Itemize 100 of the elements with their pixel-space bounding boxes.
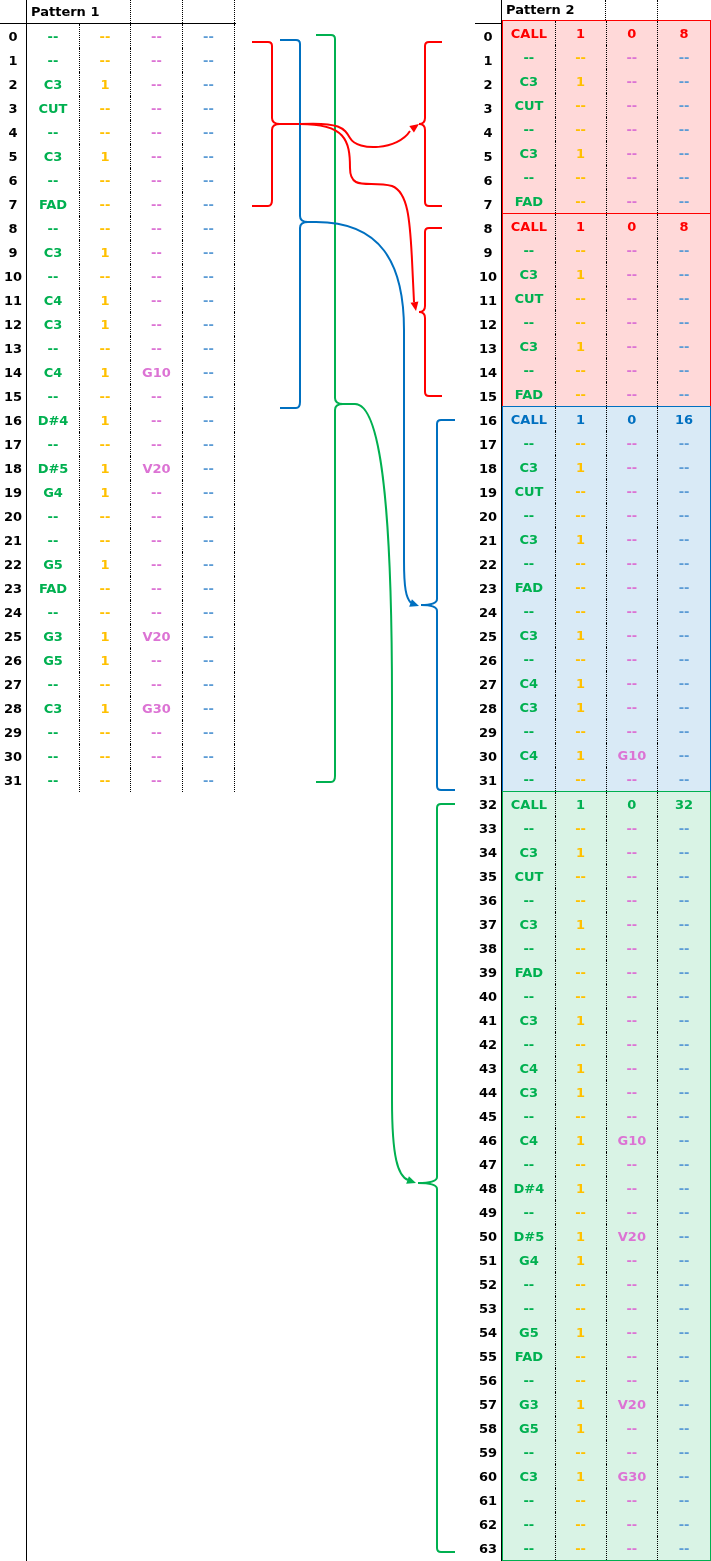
table-cell: -- bbox=[203, 725, 214, 739]
table-cell: -- bbox=[575, 508, 586, 522]
row-number: 1 bbox=[8, 53, 18, 67]
table-cell: 16 bbox=[675, 412, 694, 426]
table-cell: -- bbox=[575, 484, 586, 498]
table-cell: -- bbox=[203, 677, 214, 691]
table-cell: -- bbox=[203, 197, 214, 211]
row-number: 14 bbox=[3, 365, 23, 379]
table-cell: -- bbox=[203, 509, 214, 523]
table-cell: -- bbox=[151, 677, 162, 691]
table-cell: -- bbox=[626, 893, 638, 907]
row-number: 9 bbox=[8, 245, 18, 259]
table-cell: -- bbox=[523, 941, 535, 955]
table-cell: C3 bbox=[519, 917, 539, 931]
table-cell: -- bbox=[626, 724, 638, 738]
table-cell: -- bbox=[203, 53, 214, 67]
table-cell: -- bbox=[47, 221, 59, 235]
table-cell: -- bbox=[678, 1517, 690, 1531]
row-number: 20 bbox=[478, 509, 498, 523]
table-cell: C3 bbox=[519, 1469, 539, 1483]
table-cell: -- bbox=[203, 269, 214, 283]
row-number: 17 bbox=[3, 437, 23, 451]
table-cell: -- bbox=[47, 437, 59, 451]
row-number: 27 bbox=[3, 677, 23, 691]
row-number: 40 bbox=[478, 989, 498, 1003]
table-cell: -- bbox=[626, 484, 638, 498]
table-cell: G10 bbox=[617, 1133, 647, 1147]
table-cell: -- bbox=[678, 315, 690, 329]
table-cell: -- bbox=[151, 197, 162, 211]
table-cell: 1 bbox=[100, 461, 110, 475]
table-cell: -- bbox=[203, 293, 214, 307]
table-cell: -- bbox=[626, 291, 638, 305]
table-cell: -- bbox=[203, 461, 214, 475]
table-cell: 1 bbox=[100, 149, 110, 163]
row-number: 18 bbox=[478, 461, 498, 475]
table-cell: -- bbox=[575, 1445, 586, 1459]
table-cell: -- bbox=[678, 484, 690, 498]
table-cell: C3 bbox=[43, 317, 63, 331]
table-cell: -- bbox=[626, 1157, 638, 1171]
table-cell: C3 bbox=[519, 1085, 539, 1099]
row-number: 42 bbox=[478, 1037, 498, 1051]
table-cell: -- bbox=[203, 773, 214, 787]
table-cell: -- bbox=[99, 509, 111, 523]
table-cell: C3 bbox=[519, 845, 539, 859]
table-cell: -- bbox=[99, 677, 111, 691]
table-cell: -- bbox=[626, 700, 638, 714]
row-number: 11 bbox=[3, 293, 23, 307]
table-cell: -- bbox=[626, 1061, 638, 1075]
table-cell: 1 bbox=[576, 917, 586, 931]
table-cell: -- bbox=[523, 724, 535, 738]
table-cell: -- bbox=[151, 29, 162, 43]
table-cell: G3 bbox=[43, 629, 63, 643]
table-cell: -- bbox=[575, 1373, 586, 1387]
table-cell: -- bbox=[575, 1205, 586, 1219]
row-number: 24 bbox=[3, 605, 23, 619]
table-cell: -- bbox=[626, 845, 638, 859]
table-cell: -- bbox=[523, 1445, 535, 1459]
table-cell: -- bbox=[678, 724, 690, 738]
row-number: 15 bbox=[478, 389, 498, 403]
table-cell: C3 bbox=[519, 74, 539, 88]
table-cell: G5 bbox=[519, 1421, 539, 1435]
table-cell: C3 bbox=[519, 628, 539, 642]
table-cell: D#4 bbox=[513, 1181, 545, 1195]
table-cell: -- bbox=[99, 269, 111, 283]
table-cell: 1 bbox=[100, 557, 110, 571]
table-cell: G10 bbox=[617, 748, 647, 762]
table-cell: FAD bbox=[514, 387, 543, 401]
table-cell: -- bbox=[626, 122, 638, 136]
table-cell: -- bbox=[523, 652, 535, 666]
table-cell: -- bbox=[575, 1277, 586, 1291]
table-cell: -- bbox=[626, 869, 638, 883]
row-number: 5 bbox=[483, 149, 493, 163]
row-number: 21 bbox=[478, 533, 498, 547]
table-cell: -- bbox=[151, 101, 162, 115]
table-cell: FAD bbox=[514, 1349, 543, 1363]
row-number: 3 bbox=[483, 101, 493, 115]
table-cell: -- bbox=[99, 389, 111, 403]
table-cell: -- bbox=[678, 676, 690, 690]
table-cell: 1 bbox=[100, 365, 110, 379]
table-cell: -- bbox=[151, 269, 162, 283]
table-cell: -- bbox=[575, 1037, 586, 1051]
table-cell: -- bbox=[575, 291, 586, 305]
table-cell: CUT bbox=[514, 98, 544, 112]
table-cell: -- bbox=[575, 363, 586, 377]
table-cell: 1 bbox=[576, 845, 586, 859]
table-cell: 0 bbox=[627, 797, 637, 811]
table-cell: -- bbox=[678, 387, 690, 401]
table-cell: -- bbox=[575, 652, 586, 666]
table-cell: -- bbox=[678, 652, 690, 666]
table-cell: -- bbox=[203, 173, 214, 187]
table-cell: -- bbox=[47, 773, 59, 787]
table-cell: -- bbox=[678, 363, 690, 377]
row-number: 5 bbox=[8, 149, 18, 163]
table-cell: -- bbox=[626, 1493, 638, 1507]
table-cell: -- bbox=[626, 194, 638, 208]
row-number: 60 bbox=[478, 1469, 498, 1483]
table-cell: -- bbox=[523, 1301, 535, 1315]
table-cell: -- bbox=[575, 941, 586, 955]
table-cell: -- bbox=[203, 101, 214, 115]
table-cell: -- bbox=[151, 341, 162, 355]
